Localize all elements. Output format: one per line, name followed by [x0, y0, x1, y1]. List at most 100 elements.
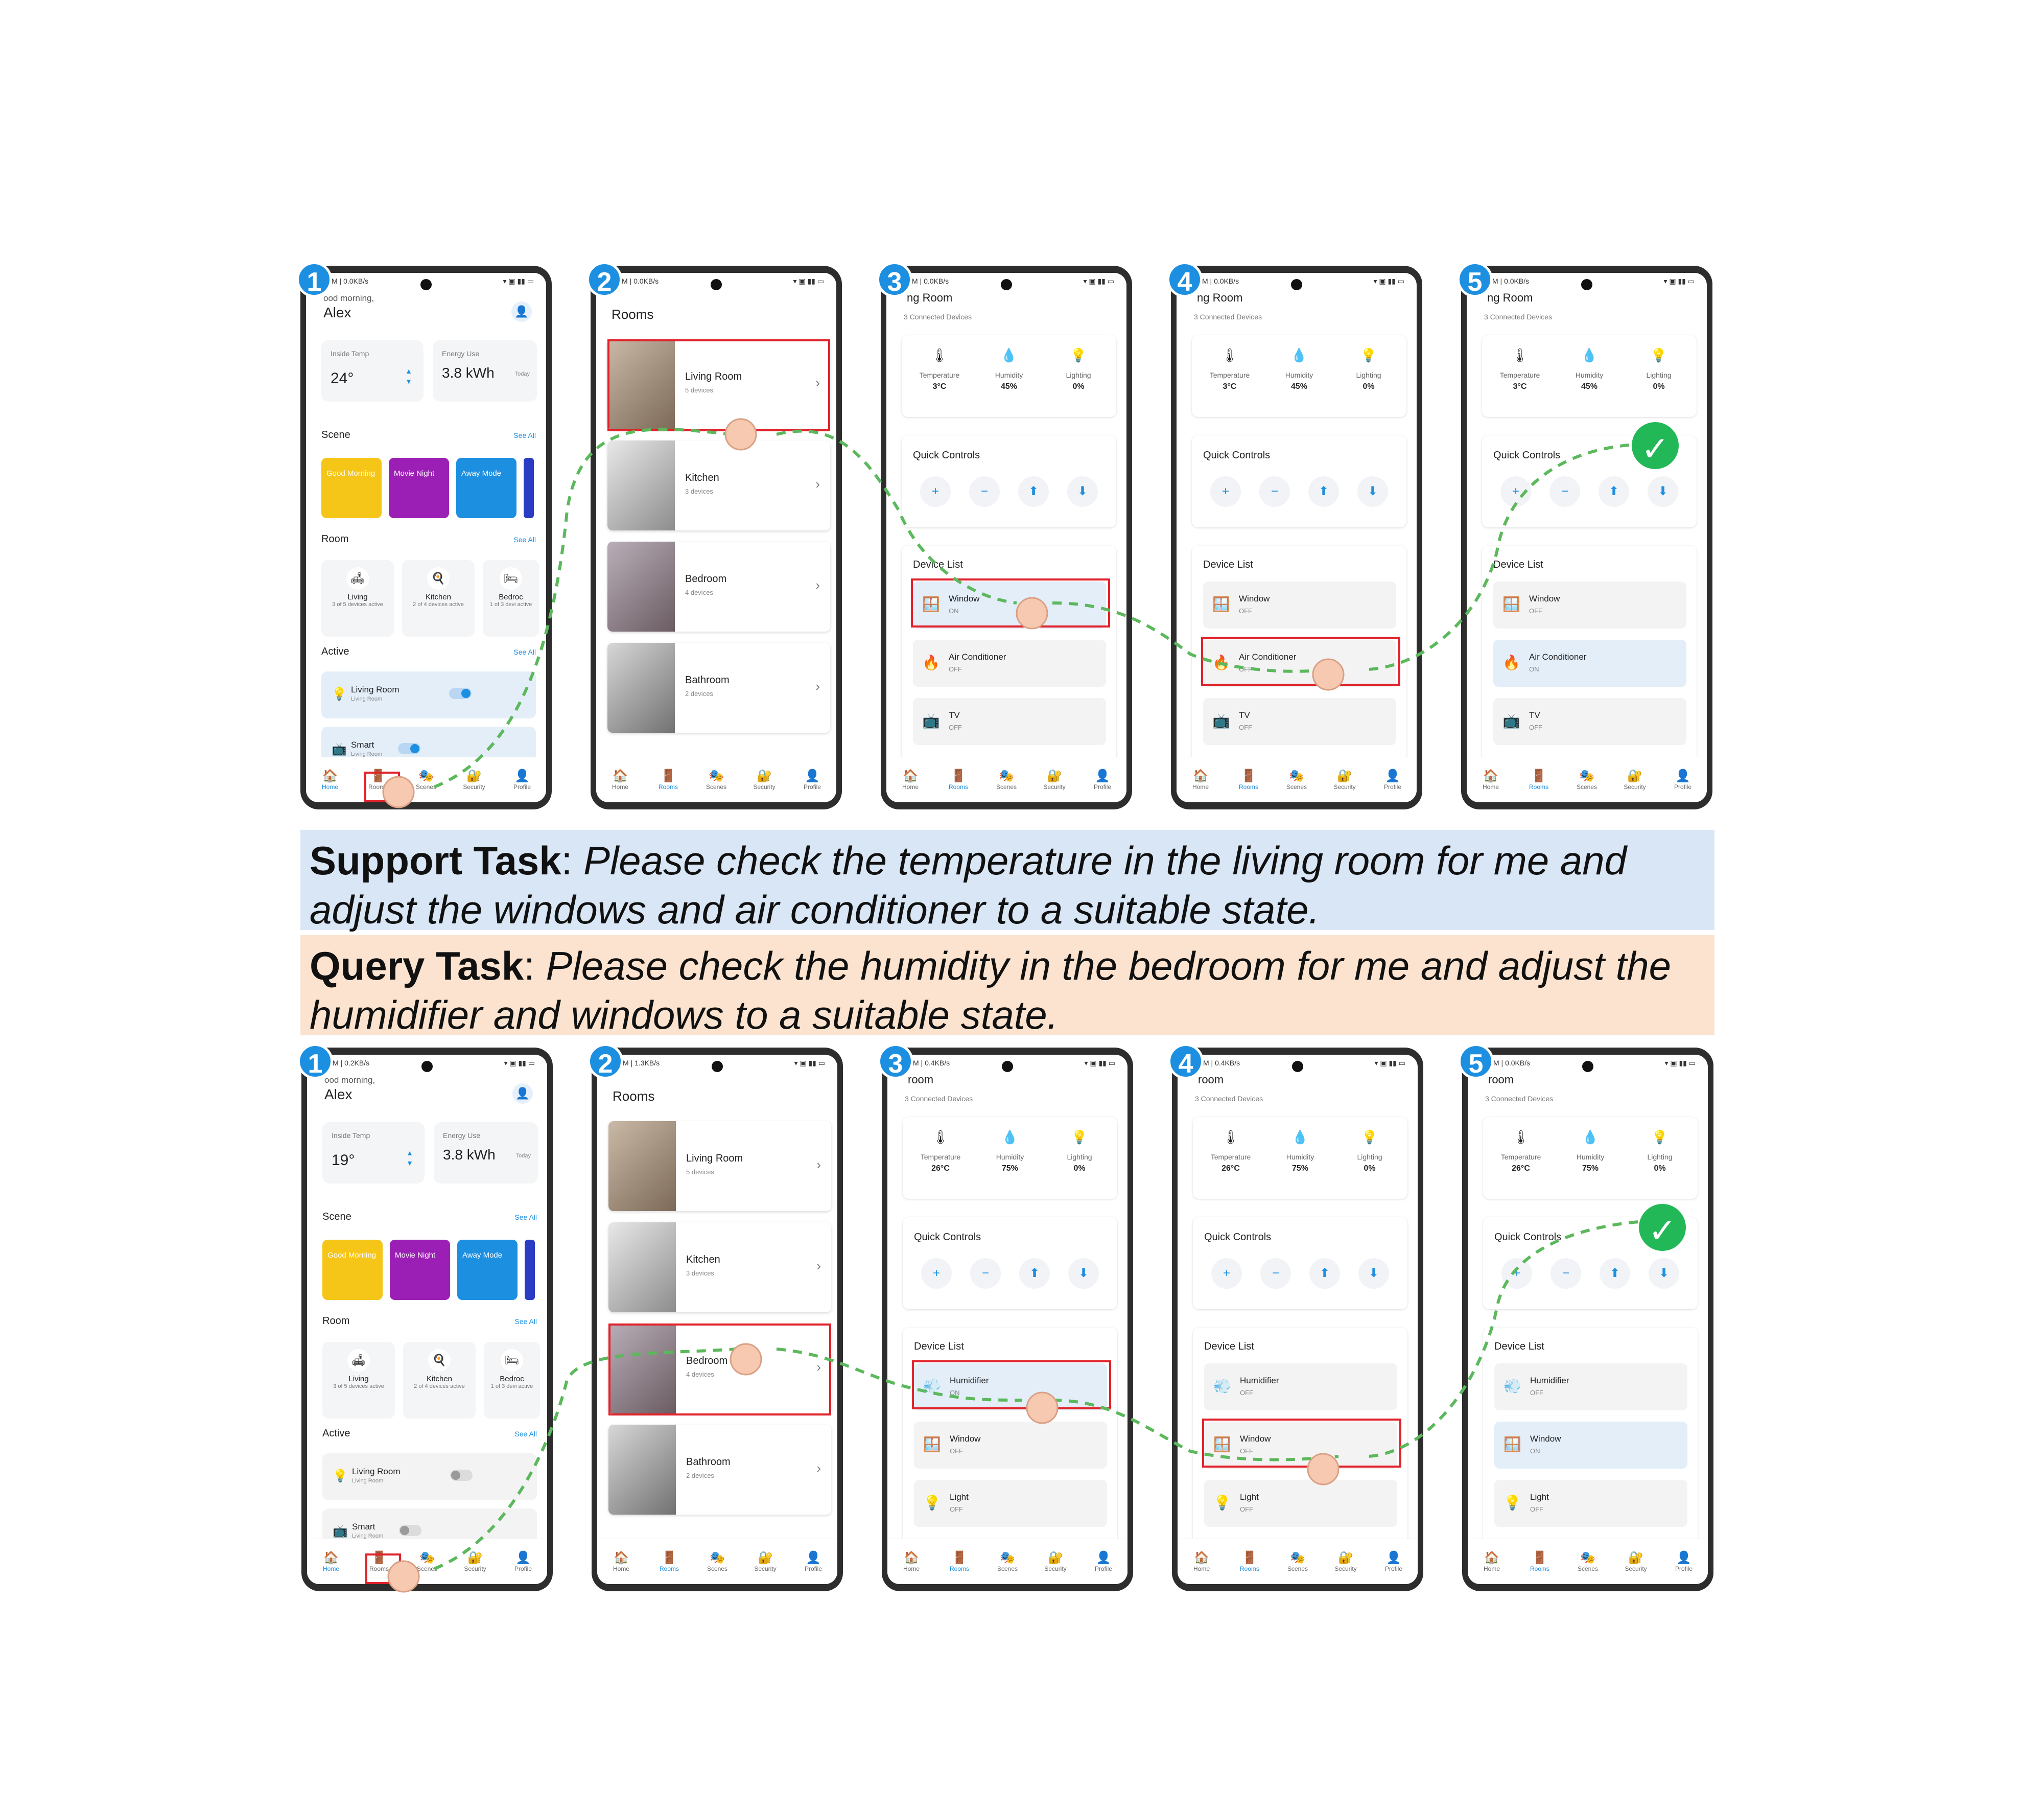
- temp-arrows-icon[interactable]: ▲ ▼: [405, 366, 412, 386]
- device-air-conditioner[interactable]: 🔥 Air Conditioner ON: [1493, 640, 1686, 687]
- see-all-active-link[interactable]: See All: [514, 1430, 537, 1438]
- down-button[interactable]: ⬇: [1649, 1258, 1679, 1289]
- nav-security[interactable]: 🔐 Security: [1612, 1551, 1660, 1572]
- room-card-kitchen[interactable]: 🍳 Kitchen 2 of 4 devices active: [402, 560, 475, 637]
- room-card-kitchen[interactable]: 🍳 Kitchen 2 of 4 devices active: [403, 1342, 476, 1419]
- room-item-bathroom[interactable]: Bathroom 2 devices ›: [607, 643, 830, 733]
- device-tv[interactable]: 📺 TV OFF: [1493, 698, 1686, 745]
- smart-toggle[interactable]: [399, 1525, 421, 1536]
- room-card-bedroom[interactable]: 🛏 Bedroc 1 of 3 devi active: [484, 1342, 540, 1419]
- nav-scenes[interactable]: 🎭 Scenes: [1274, 1551, 1322, 1572]
- nav-profile[interactable]: 👤 Profile: [499, 1551, 547, 1572]
- nav-rooms[interactable]: 🚪 Rooms: [1516, 1551, 1564, 1572]
- up-button[interactable]: ⬆: [1599, 476, 1629, 507]
- nav-security[interactable]: 🔐 Security: [1031, 1551, 1079, 1572]
- device-light[interactable]: 💡 Light OFF: [1494, 1480, 1687, 1527]
- down-button[interactable]: ⬇: [1357, 476, 1388, 507]
- active-item-living-room[interactable]: 💡 Living Room Living Room: [322, 1453, 537, 1500]
- nav-rooms[interactable]: 🚪 Rooms: [645, 1551, 693, 1572]
- see-all-rooms-link[interactable]: See All: [514, 1317, 537, 1326]
- up-button[interactable]: ⬆: [1019, 1258, 1050, 1289]
- nav-scenes[interactable]: 🎭 Scenes: [402, 769, 450, 791]
- up-button[interactable]: ⬆: [1308, 476, 1339, 507]
- room-item-bathroom[interactable]: Bathroom 2 devices ›: [608, 1425, 831, 1515]
- nav-rooms[interactable]: 🚪 Rooms: [1515, 769, 1563, 791]
- humidity-up-button[interactable]: +: [1210, 476, 1241, 507]
- nav-security[interactable]: 🔐 Security: [1611, 769, 1659, 791]
- nav-rooms[interactable]: 🚪 Rooms: [1225, 769, 1273, 791]
- nav-home[interactable]: 🏠 Home: [886, 769, 934, 791]
- room-item-living[interactable]: Living Room 5 devices ›: [608, 1121, 831, 1211]
- humidity-down-button[interactable]: −: [970, 1258, 1001, 1289]
- nav-home[interactable]: 🏠 Home: [307, 1551, 355, 1572]
- nav-security[interactable]: 🔐 Security: [450, 769, 498, 791]
- scene-more-card[interactable]: [524, 458, 534, 518]
- room-card-living[interactable]: 🛋 Living 3 of 5 devices active: [322, 1342, 395, 1419]
- nav-security[interactable]: 🔐 Security: [741, 1551, 789, 1572]
- see-all-active-link[interactable]: See All: [513, 648, 536, 656]
- nav-profile[interactable]: 👤 Profile: [1369, 769, 1417, 791]
- nav-security[interactable]: 🔐 Security: [740, 769, 788, 791]
- up-button[interactable]: ⬆: [1309, 1258, 1340, 1289]
- humidity-up-button[interactable]: +: [1211, 1258, 1242, 1289]
- nav-home[interactable]: 🏠 Home: [1177, 769, 1225, 791]
- nav-scenes[interactable]: 🎭 Scenes: [1564, 1551, 1612, 1572]
- nav-profile[interactable]: 👤 Profile: [1078, 769, 1126, 791]
- temp-arrows-icon[interactable]: ▲ ▼: [406, 1148, 413, 1168]
- scene-movie-night[interactable]: Movie Night: [389, 458, 449, 518]
- device-air-conditioner[interactable]: 🔥 Air Conditioner OFF: [913, 640, 1106, 687]
- nav-home[interactable]: 🏠 Home: [1467, 769, 1515, 791]
- scene-good-morning[interactable]: Good Morning: [322, 1240, 383, 1300]
- nav-security[interactable]: 🔐 Security: [1321, 769, 1369, 791]
- humidity-up-button[interactable]: +: [920, 476, 951, 507]
- living-room-toggle[interactable]: [449, 688, 472, 699]
- see-all-scenes-link[interactable]: See All: [513, 431, 536, 439]
- room-item-kitchen[interactable]: Kitchen 3 devices ›: [607, 440, 830, 530]
- nav-scenes[interactable]: 🎭 Scenes: [1273, 769, 1321, 791]
- scene-movie-night[interactable]: Movie Night: [390, 1240, 450, 1300]
- scene-away-mode[interactable]: Away Mode: [457, 1240, 518, 1300]
- avatar-icon[interactable]: 👤: [512, 1083, 533, 1104]
- room-card-bedroom[interactable]: 🛏 Bedroc 1 of 3 devi active: [483, 560, 539, 637]
- nav-profile[interactable]: 👤 Profile: [1370, 1551, 1418, 1572]
- device-humidifier[interactable]: 💨 Humidifier OFF: [1204, 1363, 1397, 1410]
- down-button[interactable]: ⬇: [1358, 1258, 1389, 1289]
- nav-profile[interactable]: 👤 Profile: [1659, 769, 1707, 791]
- device-humidifier[interactable]: 💨 Humidifier OFF: [1494, 1363, 1687, 1410]
- device-light[interactable]: 💡 Light OFF: [914, 1480, 1107, 1527]
- nav-profile[interactable]: 👤 Profile: [498, 769, 546, 791]
- down-button[interactable]: ⬇: [1648, 476, 1678, 507]
- nav-home[interactable]: 🏠 Home: [596, 769, 644, 791]
- nav-security[interactable]: 🔐 Security: [1322, 1551, 1370, 1572]
- nav-rooms[interactable]: 🚪 Rooms: [935, 1551, 983, 1572]
- device-window[interactable]: 🪟 Window OFF: [914, 1422, 1107, 1469]
- active-item-living-room[interactable]: 💡 Living Room Living Room: [321, 671, 536, 718]
- nav-scenes[interactable]: 🎭 Scenes: [1563, 769, 1611, 791]
- down-button[interactable]: ⬇: [1068, 1258, 1099, 1289]
- nav-scenes[interactable]: 🎭 Scenes: [692, 769, 740, 791]
- nav-scenes[interactable]: 🎭 Scenes: [983, 1551, 1031, 1572]
- device-window[interactable]: 🪟 Window OFF: [1203, 582, 1396, 629]
- device-tv[interactable]: 📺 TV OFF: [913, 698, 1106, 745]
- room-card-living[interactable]: 🛋 Living 3 of 5 devices active: [321, 560, 394, 637]
- nav-rooms[interactable]: 🚪 Rooms: [934, 769, 982, 791]
- humidity-down-button[interactable]: −: [1550, 1258, 1581, 1289]
- nav-home[interactable]: 🏠 Home: [597, 1551, 645, 1572]
- nav-home[interactable]: 🏠 Home: [1178, 1551, 1226, 1572]
- humidity-up-button[interactable]: +: [921, 1258, 952, 1289]
- up-button[interactable]: ⬆: [1018, 476, 1049, 507]
- device-light[interactable]: 💡 Light OFF: [1204, 1480, 1397, 1527]
- room-item-kitchen[interactable]: Kitchen 3 devices ›: [608, 1222, 831, 1312]
- nav-profile[interactable]: 👤 Profile: [788, 769, 836, 791]
- avatar-icon[interactable]: 👤: [511, 301, 532, 322]
- smart-toggle[interactable]: [398, 743, 420, 754]
- nav-rooms[interactable]: 🚪 Rooms: [644, 769, 692, 791]
- see-all-rooms-link[interactable]: See All: [513, 536, 536, 544]
- scene-away-mode[interactable]: Away Mode: [456, 458, 516, 518]
- nav-scenes[interactable]: 🎭 Scenes: [982, 769, 1030, 791]
- down-button[interactable]: ⬇: [1067, 476, 1098, 507]
- nav-profile[interactable]: 👤 Profile: [789, 1551, 837, 1572]
- nav-profile[interactable]: 👤 Profile: [1660, 1551, 1708, 1572]
- nav-home[interactable]: 🏠 Home: [887, 1551, 935, 1572]
- device-tv[interactable]: 📺 TV OFF: [1203, 698, 1396, 745]
